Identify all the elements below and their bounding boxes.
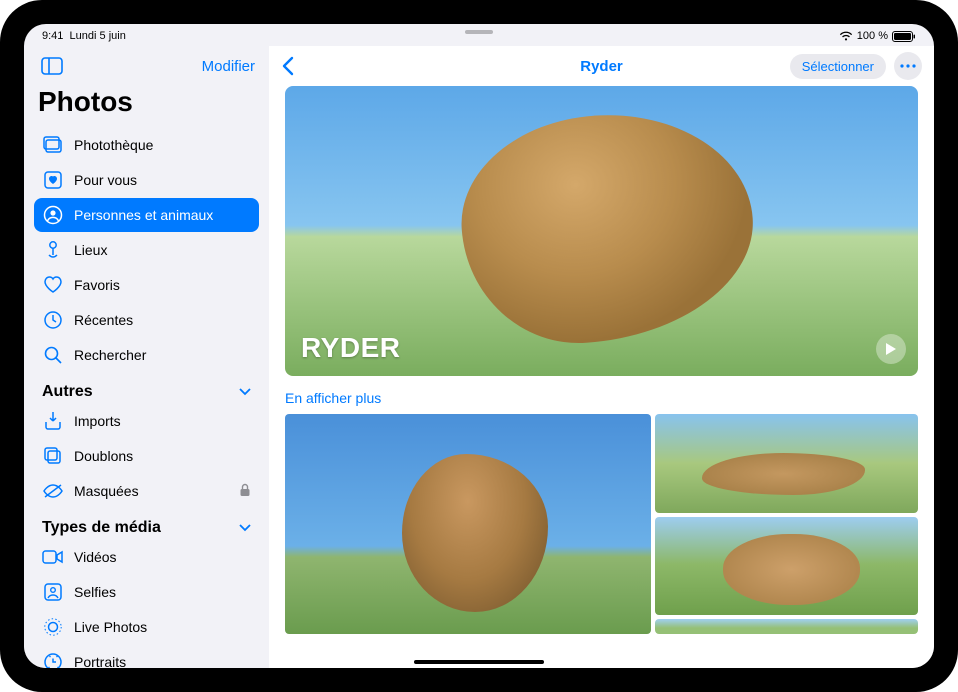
sidebar: Modifier Photos Photothèque Pour vous Pe…: [24, 46, 269, 668]
sidebar-item-people-pets[interactable]: Personnes et animaux: [34, 198, 259, 232]
heart-square-icon: [42, 169, 64, 191]
sidebar-item-search[interactable]: Rechercher: [34, 338, 259, 372]
grid-photo-thumb[interactable]: [655, 619, 918, 634]
portrait-icon: [42, 651, 64, 668]
grid-photo-thumb[interactable]: [655, 517, 918, 616]
status-bar: 9:41 Lundi 5 juin 100 %: [24, 24, 934, 46]
sidebar-item-duplicates[interactable]: Doublons: [34, 439, 259, 473]
duplicates-icon: [42, 445, 64, 467]
sidebar-item-label: Imports: [74, 413, 121, 429]
video-icon: [42, 546, 64, 568]
sidebar-section-media[interactable]: Types de média: [34, 509, 259, 540]
chevron-down-icon: [239, 383, 251, 401]
sidebar-item-label: Récentes: [74, 312, 133, 328]
sidebar-title: Photos: [34, 84, 259, 128]
clock-icon: [42, 309, 64, 331]
sidebar-item-label: Live Photos: [74, 619, 147, 635]
grid-photo-large[interactable]: [285, 414, 651, 634]
sidebar-item-label: Doublons: [74, 448, 133, 464]
sidebar-toggle-button[interactable]: [38, 54, 66, 78]
sidebar-item-livephotos[interactable]: Live Photos: [34, 610, 259, 644]
sidebar-item-recents[interactable]: Récentes: [34, 303, 259, 337]
sidebar-item-selfies[interactable]: Selfies: [34, 575, 259, 609]
play-memory-button[interactable]: [876, 334, 906, 364]
sidebar-item-label: Favoris: [74, 277, 120, 293]
sidebar-item-favorites[interactable]: Favoris: [34, 268, 259, 302]
grid-photo-thumb[interactable]: [655, 414, 918, 513]
more-button[interactable]: [894, 52, 922, 80]
sidebar-section-others[interactable]: Autres: [34, 373, 259, 404]
sidebar-item-label: Personnes et animaux: [74, 207, 213, 223]
sidebar-item-library[interactable]: Photothèque: [34, 128, 259, 162]
sidebar-item-places[interactable]: Lieux: [34, 233, 259, 267]
multitask-handle[interactable]: [465, 30, 493, 34]
edit-button[interactable]: Modifier: [202, 58, 255, 75]
wifi-icon: [839, 31, 853, 41]
sidebar-item-label: Pour vous: [74, 172, 137, 188]
search-icon: [42, 344, 64, 366]
main-header: Ryder Sélectionner: [269, 46, 934, 86]
heart-icon: [42, 274, 64, 296]
pin-icon: [42, 239, 64, 261]
sidebar-item-imports[interactable]: Imports: [34, 404, 259, 438]
hero-name-label: RYDER: [301, 332, 400, 364]
selfie-icon: [42, 581, 64, 603]
main-content: Ryder Sélectionner RYDER: [269, 46, 934, 668]
select-button[interactable]: Sélectionner: [790, 54, 886, 79]
hero-photo[interactable]: RYDER: [285, 86, 918, 376]
battery-icon: [892, 31, 916, 42]
back-button[interactable]: [281, 52, 309, 80]
chevron-down-icon: [239, 519, 251, 537]
sidebar-item-label: Photothèque: [74, 137, 153, 153]
sidebar-item-label: Masquées: [74, 483, 139, 499]
sidebar-item-portraits[interactable]: Portraits: [34, 645, 259, 668]
lock-icon: [239, 483, 251, 500]
sidebar-item-label: Selfies: [74, 584, 116, 600]
status-date: Lundi 5 juin: [70, 30, 126, 42]
sidebar-item-foryou[interactable]: Pour vous: [34, 163, 259, 197]
show-more-link[interactable]: En afficher plus: [285, 390, 381, 406]
person-circle-icon: [42, 204, 64, 226]
import-icon: [42, 410, 64, 432]
status-time: 9:41: [42, 30, 63, 42]
live-icon: [42, 616, 64, 638]
hero-subject: [455, 105, 761, 351]
home-indicator[interactable]: [414, 660, 544, 664]
sidebar-item-videos[interactable]: Vidéos: [34, 540, 259, 574]
battery-percent: 100 %: [857, 30, 888, 42]
sidebar-item-label: Vidéos: [74, 549, 117, 565]
sidebar-item-label: Lieux: [74, 242, 107, 258]
sidebar-item-label: Portraits: [74, 654, 126, 668]
photo-subject: [402, 454, 548, 612]
sidebar-item-hidden[interactable]: Masquées: [34, 474, 259, 508]
photo-grid: [285, 414, 918, 634]
library-icon: [42, 134, 64, 156]
sidebar-item-label: Rechercher: [74, 347, 146, 363]
hidden-icon: [42, 480, 64, 502]
page-title: Ryder: [580, 58, 623, 75]
